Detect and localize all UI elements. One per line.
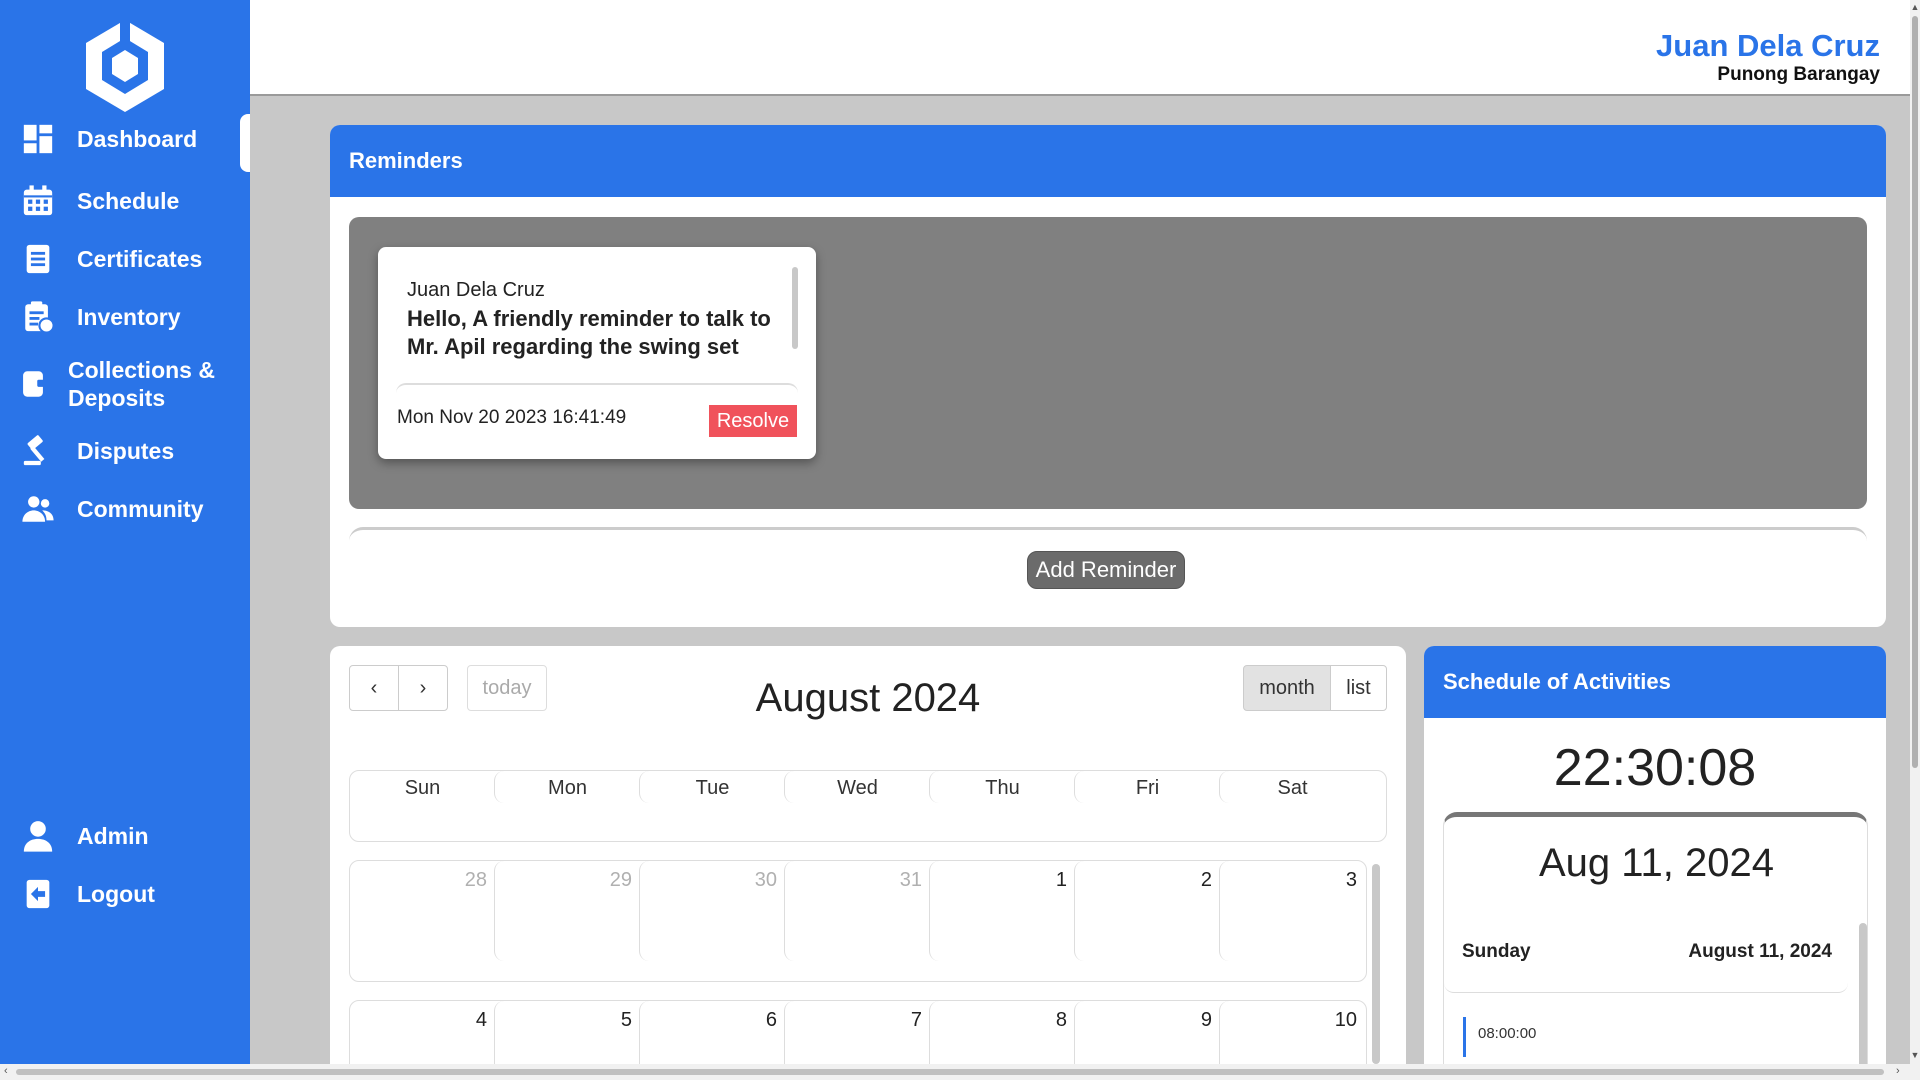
calendar-week: 28 29 30 31 1 2 3 bbox=[349, 860, 1367, 982]
date-panel: Aug 11, 2024 Sunday August 11, 2024 08:0… bbox=[1443, 812, 1868, 1064]
app-logo[interactable] bbox=[80, 16, 170, 116]
horizontal-scroll-thumb[interactable] bbox=[16, 1069, 1884, 1075]
month-view-button[interactable]: month bbox=[1243, 665, 1331, 711]
sidebar-item-label: Certificates bbox=[77, 245, 203, 272]
add-reminder-button[interactable]: Add Reminder bbox=[1027, 551, 1185, 589]
scroll-down-icon[interactable]: ▼ bbox=[1910, 1050, 1920, 1060]
sidebar-item-disputes[interactable]: Disputes bbox=[0, 432, 250, 470]
inventory-icon bbox=[19, 298, 57, 336]
scroll-left-icon[interactable]: ‹ bbox=[4, 1065, 8, 1077]
calendar-day[interactable]: 28 bbox=[350, 869, 495, 892]
logout-icon bbox=[19, 875, 57, 913]
top-header: Juan Dela Cruz Punong Barangay bbox=[250, 0, 1910, 96]
sidebar-item-certificates[interactable]: Certificates bbox=[0, 240, 250, 278]
weekday-sat: Sat bbox=[1277, 777, 1308, 799]
live-clock: 22:30:08 bbox=[1553, 739, 1757, 797]
sidebar-item-label: Collections & Deposits bbox=[68, 357, 215, 411]
calendar-day[interactable]: 5 bbox=[495, 1009, 640, 1032]
calendar-day[interactable]: 3 bbox=[1220, 869, 1365, 892]
page-vertical-scrollbar[interactable]: ▲ ▼ bbox=[1910, 0, 1920, 1064]
calendar-icon bbox=[19, 182, 57, 220]
sidebar-item-label: Inventory bbox=[77, 303, 181, 330]
day-row: Sunday August 11, 2024 bbox=[1444, 925, 1848, 993]
page-horizontal-scrollbar[interactable]: ‹ › bbox=[0, 1064, 1920, 1080]
user-icon bbox=[19, 817, 57, 855]
weekday-wed: Wed bbox=[837, 777, 878, 799]
calendar-card: ‹ › today August 2024 month list Sun Mon… bbox=[330, 646, 1406, 1064]
sidebar-item-label: Admin bbox=[77, 822, 149, 849]
scroll-up-icon[interactable]: ▲ bbox=[1910, 2, 1920, 12]
sidebar-item-community[interactable]: Community bbox=[0, 490, 250, 528]
weekday-fri: Fri bbox=[1135, 777, 1160, 799]
sidebar-item-label: Disputes bbox=[77, 437, 175, 464]
reminder-board: Juan Dela Cruz Hello, A friendly reminde… bbox=[349, 217, 1867, 509]
weekday-mon: Mon bbox=[548, 777, 587, 799]
day-name: Sunday bbox=[1462, 941, 1531, 962]
sidebar-item-label: Logout bbox=[77, 880, 155, 907]
calendar-day[interactable]: 6 bbox=[640, 1009, 785, 1032]
document-icon bbox=[19, 240, 57, 278]
calendar-scrollbar[interactable] bbox=[1372, 864, 1380, 1064]
list-view-button[interactable]: list bbox=[1330, 665, 1387, 711]
calendar-day[interactable]: 4 bbox=[350, 1009, 495, 1032]
event-time[interactable]: 08:00:00 bbox=[1463, 1017, 1536, 1057]
calendar-day[interactable]: 29 bbox=[495, 869, 640, 892]
sidebar-item-admin[interactable]: Admin bbox=[0, 817, 250, 855]
day-full-date: August 11, 2024 bbox=[1688, 941, 1832, 962]
weekday-tue: Tue bbox=[695, 777, 730, 799]
calendar-day[interactable]: 30 bbox=[640, 869, 785, 892]
sidebar-item-schedule[interactable]: Schedule bbox=[0, 182, 250, 220]
schedule-scrollbar[interactable] bbox=[1859, 923, 1867, 1064]
sidebar-item-dashboard[interactable]: Dashboard bbox=[0, 114, 250, 172]
calendar-day[interactable]: 10 bbox=[1220, 1009, 1365, 1032]
reminders-card: Reminders Juan Dela Cruz Hello, A friend… bbox=[330, 125, 1886, 627]
calendar-day[interactable]: 9 bbox=[1075, 1009, 1220, 1032]
sidebar-item-label: Schedule bbox=[77, 187, 180, 214]
calendar-day[interactable]: 31 bbox=[785, 869, 930, 892]
reminder-note: Juan Dela Cruz Hello, A friendly reminde… bbox=[378, 247, 816, 459]
calendar-week: 4 5 6 7 8 9 10 bbox=[349, 1000, 1367, 1064]
schedule-card: Schedule of Activities 22:30:08 Aug 11, … bbox=[1424, 646, 1886, 1064]
reminders-title: Reminders bbox=[330, 125, 1886, 197]
sidebar-item-label: Dashboard bbox=[77, 125, 198, 152]
note-divider bbox=[396, 383, 798, 395]
current-date: Aug 11, 2024 bbox=[1538, 841, 1775, 885]
vertical-scroll-thumb[interactable] bbox=[1912, 16, 1918, 768]
reminder-date: Mon Nov 20 2023 16:41:49 bbox=[397, 407, 627, 428]
sidebar-item-label: Community bbox=[77, 495, 204, 522]
note-scrollbar[interactable] bbox=[792, 267, 798, 349]
weekday-header: Sun Mon Tue Wed Thu Fri Sat bbox=[349, 770, 1387, 842]
reminder-author: Juan Dela Cruz bbox=[407, 279, 545, 301]
scroll-right-icon[interactable]: › bbox=[1896, 1065, 1900, 1077]
weekday-thu: Thu bbox=[985, 777, 1020, 799]
calendar-day[interactable]: 1 bbox=[930, 869, 1075, 892]
calendar-day[interactable]: 2 bbox=[1075, 869, 1220, 892]
schedule-title: Schedule of Activities bbox=[1424, 646, 1886, 718]
user-role: Punong Barangay bbox=[1717, 64, 1880, 85]
resolve-button[interactable]: Resolve bbox=[709, 405, 797, 437]
gavel-icon bbox=[19, 432, 57, 470]
calendar-day[interactable]: 7 bbox=[785, 1009, 930, 1032]
dashboard-icon bbox=[19, 120, 57, 158]
reminder-divider bbox=[349, 527, 1867, 541]
weekday-sun: Sun bbox=[404, 777, 441, 799]
sidebar-item-collections[interactable]: Collections & Deposits bbox=[0, 356, 250, 412]
wallet-icon bbox=[14, 365, 52, 403]
calendar-day[interactable]: 8 bbox=[930, 1009, 1075, 1032]
user-name[interactable]: Juan Dela Cruz bbox=[1656, 28, 1880, 64]
sidebar: Dashboard Schedule Certificates Inventor… bbox=[0, 0, 250, 1064]
reminder-text: Hello, A friendly reminder to talk to Mr… bbox=[407, 306, 771, 359]
people-icon bbox=[19, 490, 57, 528]
sidebar-item-inventory[interactable]: Inventory bbox=[0, 298, 250, 336]
sidebar-item-logout[interactable]: Logout bbox=[0, 875, 250, 913]
